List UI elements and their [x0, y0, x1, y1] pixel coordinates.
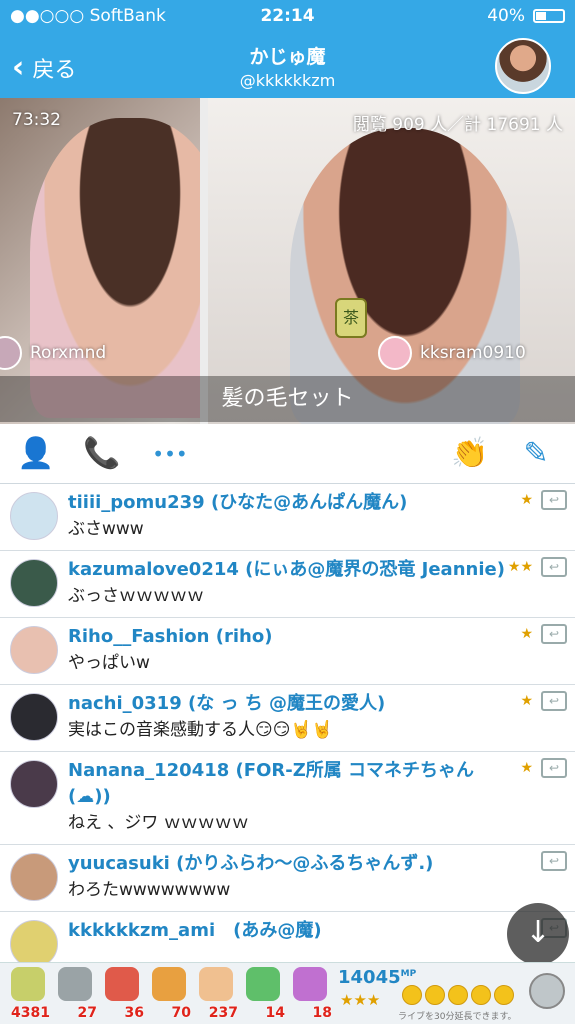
star-badge-icon: ★ [520, 693, 533, 709]
view-count: 閲覧 909 人／計 17691 人 [352, 115, 563, 135]
commenter-avatar[interactable] [10, 693, 58, 741]
coin-icon [471, 985, 491, 1005]
coin-icon [402, 985, 422, 1005]
commenter-name[interactable]: kkkkkkzm_ami (あみ@魔) [68, 918, 505, 944]
viewer-avatar [378, 336, 412, 370]
action-bar: 👤 📞 ••• 👏 ✎ [0, 424, 575, 484]
viewer-tag-left[interactable]: Rorxmnd [0, 336, 106, 370]
broadcaster-title: かじゅ魔 @kkkkkkzm [0, 42, 575, 90]
comment-list[interactable]: tiiii_pomu239 (ひなた@あんぱん魔ん) ぶさwww ★ ↩ kaz… [0, 484, 575, 962]
bear-icon[interactable]: 18 [288, 967, 332, 1021]
gift-count: 18 [312, 1005, 332, 1021]
comment-row[interactable]: nachi_0319 (な っ ち @魔王の愛人) 実はこの音楽感動する人😏😏🤘… [0, 685, 575, 752]
reply-icon[interactable]: ↩ [541, 490, 567, 510]
commenter-name[interactable]: Nanana_120418 (FOR-Z所属 コマネチちゃん (☁)) [68, 758, 505, 810]
clap-icon[interactable]: 👏 [450, 434, 490, 474]
gift-tray: 14045MP ★★★ ライブを30分延長できます。 4381 27 36 70… [0, 962, 575, 1024]
commenter-avatar[interactable] [10, 920, 58, 962]
comment-row[interactable]: kazumalove0214 (にぃあ@魔界の恐竜 Jeannie) ぶっさｗｗ… [0, 551, 575, 618]
reply-icon[interactable]: ↩ [541, 624, 567, 644]
comment-row[interactable]: yuucasuki (かりふらわ〜@ふるちゃんず.) わろたwwwwwwww ↩ [0, 845, 575, 912]
gift-count: 27 [77, 1005, 97, 1021]
rating-stars: ★★★ [340, 991, 381, 1009]
commenter-name[interactable]: kazumalove0214 (にぃあ@魔界の恐竜 Jeannie) [68, 557, 505, 583]
viewer-name: Rorxmnd [30, 343, 107, 363]
commenter-avatar[interactable] [10, 626, 58, 674]
tea-gift-icon: 茶 [335, 298, 367, 338]
viewer-tag-right[interactable]: kksram0910 [378, 336, 526, 370]
comment-text: わろたwwwwwwww [68, 880, 231, 900]
viewer-name: kksram0910 [420, 343, 526, 363]
stream-caption: 髪の毛セット [0, 376, 575, 422]
ufo-gift-button[interactable] [529, 973, 565, 1009]
coin-row [402, 985, 514, 1005]
comment-text: ぶさwww [68, 519, 144, 539]
star-badge-icon: ★ [520, 626, 533, 642]
coin-icon [494, 985, 514, 1005]
ufo-icon[interactable]: 27 [53, 967, 97, 1021]
commenter-avatar[interactable] [10, 559, 58, 607]
commenter-name[interactable]: nachi_0319 (な っ ち @魔王の愛人) [68, 691, 505, 717]
coin-icon [425, 985, 445, 1005]
status-bar: ●●○○○ SoftBank 22:14 40% [0, 0, 575, 32]
comment-text: やっぱいw [68, 653, 150, 673]
broadcaster-handle: @kkkkkkzm [239, 71, 336, 90]
comment-row[interactable]: Nanana_120418 (FOR-Z所属 コマネチちゃん (☁)) ねえ 、… [0, 752, 575, 845]
more-icon[interactable]: ••• [150, 434, 190, 474]
star-badge-icon: ★ [520, 760, 533, 776]
reply-icon[interactable]: ↩ [541, 557, 567, 577]
gift-count: 14 [265, 1005, 285, 1021]
coin-icon [448, 985, 468, 1005]
top-bar: ●●○○○ SoftBank 22:14 40% ‹ 戻る かじゅ魔 @kkkk… [0, 0, 575, 98]
broadcaster-avatar[interactable] [495, 38, 551, 94]
reply-icon[interactable]: ↩ [541, 691, 567, 711]
reply-icon[interactable]: ↩ [541, 758, 567, 778]
comment-text: ぶっさｗｗｗｗｗ [68, 586, 204, 606]
tea-icon[interactable]: 4381 [6, 967, 50, 1021]
status-right: 40% [487, 6, 565, 26]
live-timer: 73:32 [12, 110, 61, 130]
compose-icon[interactable]: ✎ [516, 434, 556, 474]
star-badge-icon: ★★ [507, 559, 533, 575]
extend-note: ライブを30分延長できます。 [398, 1012, 517, 1022]
commenter-avatar[interactable] [10, 492, 58, 540]
gift-count: 36 [124, 1005, 144, 1021]
megaphone-icon[interactable]: 70 [147, 967, 191, 1021]
comment-row[interactable]: tiiii_pomu239 (ひなた@あんぱん魔ん) ぶさwww ★ ↩ [0, 484, 575, 551]
gift-count: 237 [208, 1005, 238, 1021]
profile-check-icon[interactable]: 👤 [16, 434, 56, 474]
broadcaster-name: かじゅ魔 [249, 46, 326, 68]
sparkle-icon[interactable]: 14 [241, 967, 285, 1021]
gift-count: 70 [171, 1005, 191, 1021]
commenter-avatar[interactable] [10, 853, 58, 901]
commenter-name[interactable]: yuucasuki (かりふらわ〜@ふるちゃんず.) [68, 851, 505, 877]
gift-count: 4381 [11, 1005, 50, 1021]
battery-percent: 40% [487, 6, 525, 26]
commenter-name[interactable]: tiiii_pomu239 (ひなた@あんぱん魔ん) [68, 490, 505, 516]
strawberry-icon[interactable]: 36 [100, 967, 144, 1021]
live-video[interactable]: 73:32 閲覧 909 人／計 17691 人 Rorxmnd kksram0… [0, 98, 575, 424]
reply-icon[interactable]: ↩ [541, 851, 567, 871]
star-badge-icon: ★ [520, 492, 533, 508]
call-icon[interactable]: 📞 [82, 434, 122, 474]
viewer-avatar [0, 336, 22, 370]
comment-text: 実はこの音楽感動する人😏😏🤘🤘 [68, 720, 333, 740]
scroll-down-button[interactable]: ↓ [507, 903, 569, 965]
comment-row[interactable]: kkkkkkzm_ami (あみ@魔) ↩ [0, 912, 575, 962]
commenter-name[interactable]: Riho__Fashion (riho) [68, 624, 505, 650]
battery-icon [533, 9, 565, 23]
commenter-avatar[interactable] [10, 760, 58, 808]
comment-text: ねえ 、ジワ ｗｗｗｗｗ [68, 813, 249, 833]
comment-row[interactable]: Riho__Fashion (riho) やっぱいw ★ ↩ [0, 618, 575, 685]
clap-icon[interactable]: 237 [194, 967, 238, 1021]
